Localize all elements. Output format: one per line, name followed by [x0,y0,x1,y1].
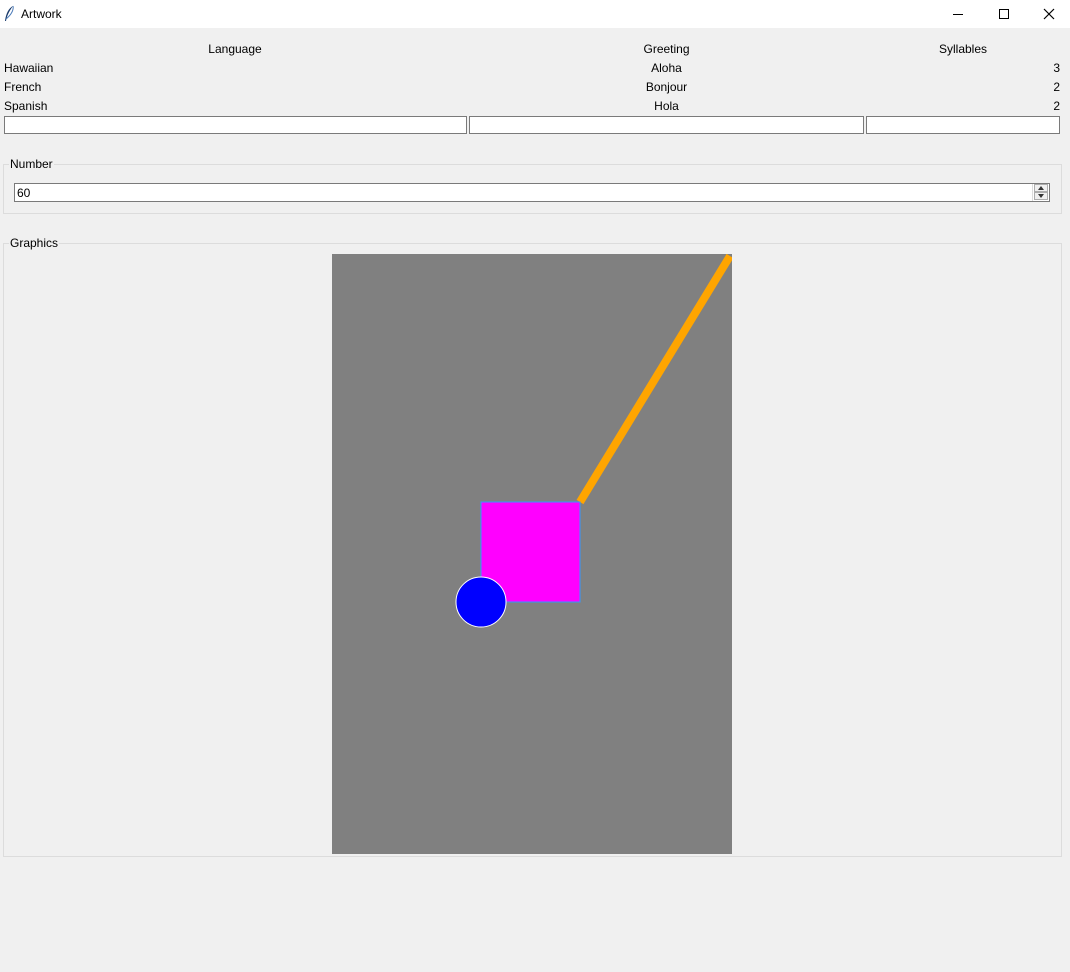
number-value: 60 [17,186,31,200]
language-entry[interactable] [4,116,467,134]
spin-buttons [1032,184,1049,201]
table-row-syllables: 2 [1053,99,1060,113]
table-row-language: Spanish [4,99,48,113]
spin-down-button[interactable] [1034,192,1048,200]
number-spinbox[interactable]: 60 [14,183,1050,202]
table-row-greeting: Hola [654,99,679,113]
maximize-button[interactable] [981,0,1027,28]
table-row-greeting: Bonjour [645,80,688,94]
greeting-entry[interactable] [469,116,864,134]
table-row-greeting: Aloha [651,61,682,75]
syllables-entry[interactable] [866,116,1060,134]
table-row-language: French [4,80,42,94]
spin-up-button[interactable] [1034,184,1048,192]
arrow-down-icon [1038,194,1044,198]
graphics-frame-title: Graphics [9,236,60,250]
header-language: Language [208,42,262,56]
title-bar: Artwork [0,0,1070,28]
feather-icon [5,5,14,21]
blue-circle [455,576,507,628]
arrow-up-icon [1038,186,1044,190]
number-frame-title: Number [9,157,54,171]
window-title: Artwork [21,7,62,21]
close-button[interactable] [1026,0,1070,28]
table-row-syllables: 2 [1053,80,1060,94]
maximize-icon [999,9,1009,19]
header-greeting: Greeting [643,42,690,56]
graphics-canvas[interactable] [332,254,732,854]
minimize-button[interactable] [935,0,981,28]
close-icon [1043,8,1055,20]
header-syllables: Syllables [938,42,988,56]
table-row-language: Hawaiian [4,61,54,75]
table-row-syllables: 3 [1053,61,1060,75]
minimize-icon [953,14,963,15]
